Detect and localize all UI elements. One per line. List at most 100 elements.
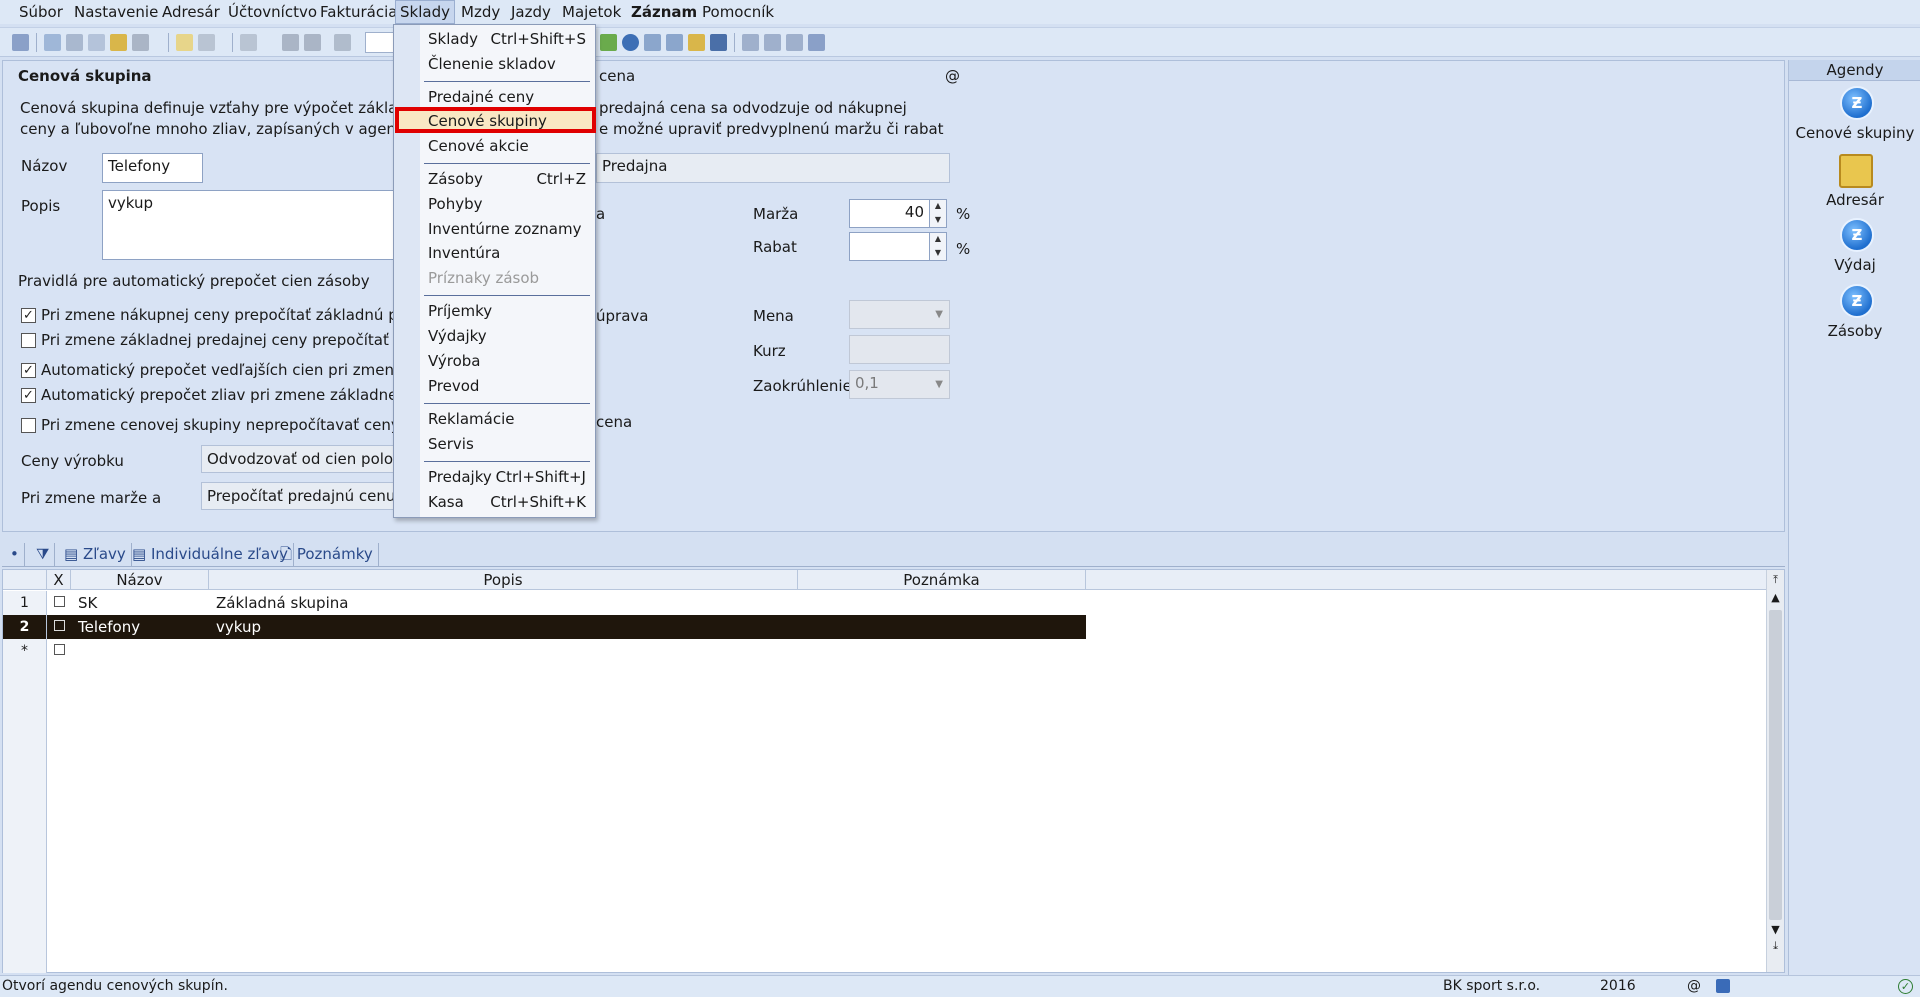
new-record-icon[interactable] <box>176 34 193 51</box>
scroll-up-icon[interactable]: ▲ <box>1768 590 1783 606</box>
scroll-down-icon[interactable]: ▼ <box>1768 922 1783 938</box>
print-menu-icon[interactable] <box>132 34 149 51</box>
cancel-icon[interactable] <box>304 34 321 51</box>
menu-fakturacia[interactable]: Fakturácia <box>316 2 401 22</box>
menu-adresar[interactable]: Adresár <box>158 2 224 22</box>
tab-poznamky[interactable]: 🗋 Poznámky <box>276 543 379 566</box>
check-zlavy[interactable]: ✓ <box>21 388 36 403</box>
scroll-top-icon[interactable]: ⤒ <box>1768 572 1783 588</box>
popis-textarea[interactable]: vykup <box>102 190 402 260</box>
menu-item-zasoby[interactable]: Zásoby Ctrl+Z <box>428 168 592 190</box>
check-nakupna-cena[interactable]: ✓ <box>21 308 36 323</box>
agenda-item-zasoby[interactable]: Zásoby <box>1789 322 1920 340</box>
row-checkbox[interactable] <box>54 644 65 655</box>
marza-spinner[interactable]: ▲ ▼ <box>929 199 947 228</box>
menu-item-prevod[interactable]: Prevod <box>428 375 592 397</box>
pri-zmene-marze-select[interactable]: Prepočítať predajnú cenu <box>201 482 401 510</box>
print-icon[interactable] <box>66 34 83 51</box>
tab-main[interactable]: • <box>6 543 25 566</box>
print-preview-icon[interactable] <box>88 34 105 51</box>
coins-icon[interactable] <box>688 34 705 51</box>
menu-item-cenove-akcie[interactable]: Cenové akcie <box>428 135 592 157</box>
row-number[interactable]: 2 <box>3 615 47 639</box>
stock-icon[interactable]: Ƶ <box>1840 284 1874 318</box>
check-neprepocitavat[interactable] <box>21 418 36 433</box>
zaokruhlenie-select[interactable]: 0,1 ▼ <box>849 370 950 399</box>
edit-icon[interactable] <box>198 34 215 51</box>
row-number[interactable]: 1 <box>3 591 47 615</box>
check-vedlajsie-ceny[interactable]: ✓ <box>21 363 36 378</box>
menu-item-vyroba[interactable]: Výroba <box>428 350 592 372</box>
menu-mzdy[interactable]: Mzdy <box>457 2 504 22</box>
iban-icon[interactable] <box>710 34 727 51</box>
column-header-poznamka[interactable]: Poznámka <box>798 570 1086 590</box>
menu-item-servis[interactable]: Servis <box>428 433 592 455</box>
status-company[interactable]: BK sport s.r.o. <box>1443 978 1540 994</box>
marza-input[interactable]: 40 <box>849 199 931 228</box>
menu-sklady[interactable]: Sklady <box>395 0 455 24</box>
predajna-field[interactable]: Predajna <box>596 153 950 183</box>
menu-item-cenove-skupiny[interactable]: Cenové skupiny <box>428 110 592 132</box>
kurz-input[interactable] <box>849 335 950 364</box>
address-book-icon[interactable] <box>1839 154 1873 188</box>
status-year[interactable]: 2016 <box>1600 978 1636 994</box>
menu-item-inventura[interactable]: Inventúra <box>428 242 592 264</box>
price-groups-icon[interactable]: Ƶ <box>1840 86 1874 120</box>
monitor-icon[interactable] <box>786 34 803 51</box>
table-row-selected[interactable]: Telefony vykup <box>47 615 1086 639</box>
quick-search-input[interactable] <box>365 32 395 53</box>
table-row[interactable]: SK Základná skupina <box>47 591 1086 615</box>
agenda-icon[interactable] <box>12 34 29 51</box>
help-icon[interactable] <box>808 34 825 51</box>
menu-item-sklady[interactable]: Sklady Ctrl+Shift+S <box>428 28 592 50</box>
export-icon[interactable] <box>110 34 127 51</box>
menu-item-pohyby[interactable]: Pohyby <box>428 193 592 215</box>
issue-icon[interactable]: Ƶ <box>1840 218 1874 252</box>
menu-item-reklamacie[interactable]: Reklamácie <box>428 408 592 430</box>
tab-individualne-zlavy[interactable]: ▤ Individuálne zľavy <box>128 543 294 566</box>
menu-item-predajne-ceny[interactable]: Predajné ceny <box>428 86 592 108</box>
menu-uctovnictvo[interactable]: Účtovníctvo <box>224 2 321 22</box>
calculator-icon[interactable] <box>666 34 683 51</box>
column-header-x[interactable]: X <box>47 570 71 590</box>
menu-pomocnik[interactable]: Pomocník <box>698 2 778 22</box>
menu-item-kasa[interactable]: Kasa Ctrl+Shift+K <box>428 491 592 513</box>
menu-item-prijemky[interactable]: Príjemky <box>428 300 592 322</box>
column-header-nazov[interactable]: Názov <box>71 570 209 590</box>
tab-zlavy[interactable]: ▤ Zľavy <box>60 543 132 566</box>
scroll-bottom-icon[interactable]: ⤓ <box>1768 938 1783 954</box>
ceny-vyrobku-select[interactable]: Odvodzovať od cien polože <box>201 445 401 473</box>
filter-icon[interactable]: ⧩ <box>32 543 56 566</box>
menu-subor[interactable]: Súbor <box>15 2 67 22</box>
row-checkbox[interactable] <box>54 620 65 631</box>
menu-item-predajky[interactable]: Predajky Ctrl+Shift+J <box>428 466 592 488</box>
column-header-popis[interactable]: Popis <box>209 570 798 590</box>
agenda-item-vydaj[interactable]: Výdaj <box>1789 256 1920 274</box>
agenda-item-adresar[interactable]: Adresár <box>1789 191 1920 209</box>
menu-nastavenie[interactable]: Nastavenie <box>70 2 162 22</box>
globe-icon[interactable] <box>622 34 639 51</box>
back-icon[interactable] <box>240 34 257 51</box>
menu-majetok[interactable]: Majetok <box>558 2 625 22</box>
scroll-thumb[interactable] <box>1769 610 1782 920</box>
copy-icon[interactable] <box>334 34 351 51</box>
link-icon[interactable] <box>600 34 617 51</box>
menu-jazdy[interactable]: Jazdy <box>507 2 555 22</box>
mena-select[interactable]: ▼ <box>849 300 950 329</box>
status-at[interactable]: @ <box>1687 978 1701 994</box>
vertical-scrollbar[interactable]: ⤒ ▲ ▼ ⤓ <box>1766 570 1784 972</box>
new-row-marker[interactable]: * <box>3 639 47 663</box>
save-icon[interactable] <box>282 34 299 51</box>
menu-item-inventurne-zoznamy[interactable]: Inventúrne zoznamy <box>428 218 592 240</box>
window-icon[interactable] <box>742 34 759 51</box>
check-zakladna-predajna[interactable] <box>21 333 36 348</box>
agenda-item-cenove-skupiny[interactable]: Cenové skupiny <box>1789 124 1920 142</box>
layout-icon[interactable] <box>764 34 781 51</box>
preview-icon[interactable] <box>44 34 61 51</box>
nazov-input[interactable]: Telefony <box>102 153 203 183</box>
table-icon[interactable] <box>644 34 661 51</box>
row-checkbox[interactable] <box>54 596 65 607</box>
status-check-icon[interactable] <box>1716 979 1730 993</box>
rabat-input[interactable] <box>849 232 931 261</box>
rabat-spinner[interactable]: ▲ ▼ <box>929 232 947 261</box>
